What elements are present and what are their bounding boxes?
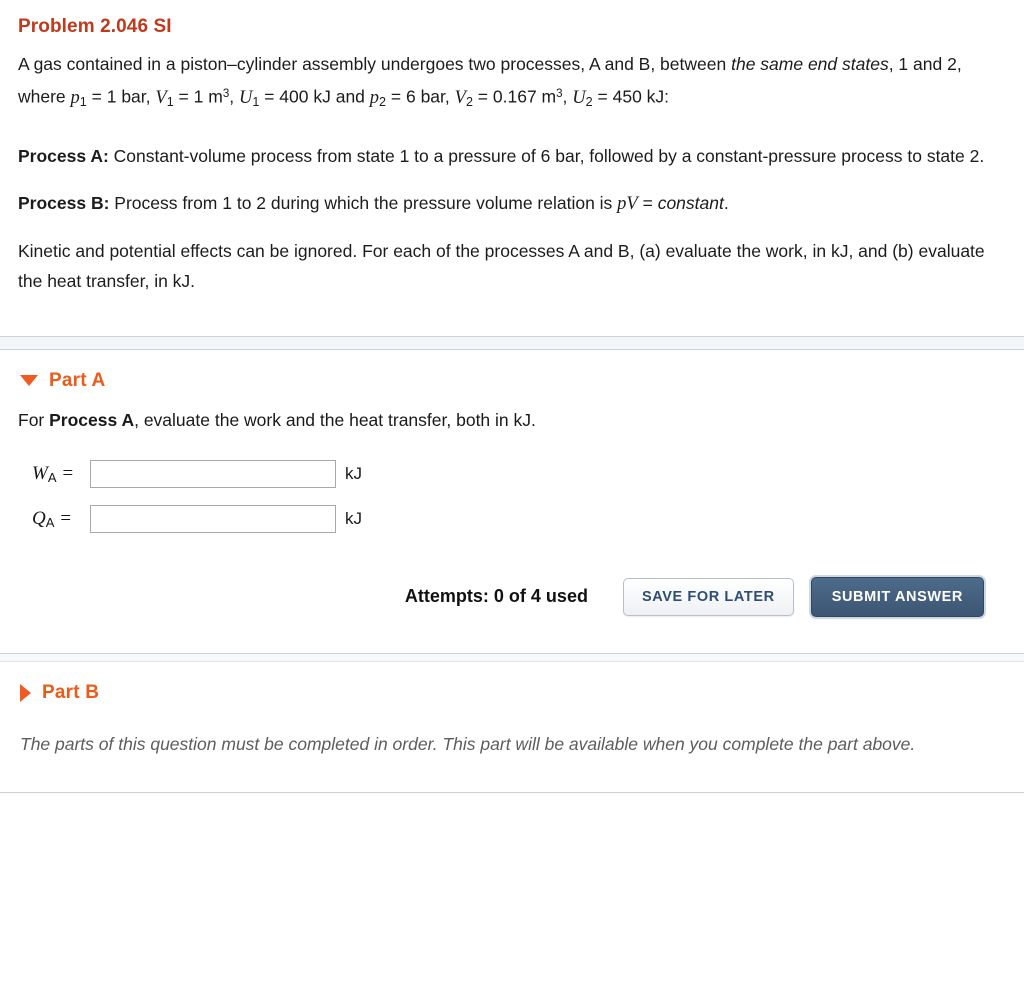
answer-row-work: WA = kJ: [32, 459, 1006, 488]
statement-segment-1: A gas contained in a piston–cylinder ass…: [18, 54, 732, 74]
work-equals: =: [56, 462, 75, 484]
heat-unit-label: kJ: [345, 508, 362, 528]
part-a-answer-fields: WA = kJ QA = kJ: [32, 459, 1006, 533]
value-p2: = 6 bar,: [386, 86, 455, 107]
work-input[interactable]: [90, 459, 336, 488]
part-a-title: Part A: [49, 369, 106, 391]
save-for-later-button[interactable]: SAVE FOR LATER: [622, 577, 794, 616]
process-b-label: Process B:: [18, 192, 110, 213]
heat-equals: =: [54, 507, 72, 529]
variable-U1: U1: [238, 87, 259, 109]
part-a-toggle[interactable]: Part A: [20, 370, 105, 392]
variable-V1-symbol: V: [155, 87, 167, 108]
variable-V2-subscript: 2: [465, 94, 473, 109]
process-b-text: Process from 1 to 2 during which the pre…: [109, 192, 618, 213]
work-field-label: WA =: [32, 463, 90, 485]
variable-p1: p1: [70, 87, 87, 109]
value-V2: = 0.167 m: [472, 86, 557, 107]
submit-answer-button[interactable]: SUBMIT ANSWER: [810, 576, 984, 617]
problem-statement-block: Problem 2.046 SI A gas contained in a pi…: [0, 0, 1024, 326]
triangle-right-icon: [20, 683, 31, 702]
separator-comma-1: ,: [229, 86, 239, 107]
process-a-text: Constant-volume process from state 1 to …: [108, 145, 985, 166]
variable-V1: V1: [155, 87, 174, 109]
part-a-prompt-suffix: , evaluate the work and the heat transfe…: [134, 409, 536, 430]
variable-V2: V2: [454, 87, 473, 109]
bottom-divider: [0, 791, 1024, 793]
problem-closing-text: Kinetic and potential effects can be ign…: [18, 240, 985, 291]
answer-row-heat: QA = kJ: [32, 504, 1006, 533]
heat-symbol: Q: [32, 507, 46, 529]
heat-field-label: QA =: [32, 508, 90, 530]
part-a-prompt: For Process A, evaluate the work and the…: [18, 406, 1006, 434]
process-b-description: Process B: Process from 1 to 2 during wh…: [18, 188, 1003, 219]
page-title: Problem 2.046 SI: [18, 16, 172, 37]
triangle-down-icon: [20, 375, 38, 387]
relation-constant: constant: [657, 192, 724, 213]
attempts-counter: Attempts: 0 of 4 used: [404, 586, 588, 607]
work-unit-label: kJ: [345, 463, 362, 483]
heat-input[interactable]: [90, 504, 336, 533]
part-b-toggle[interactable]: Part B: [20, 682, 99, 704]
process-a-label: Process A:: [18, 145, 109, 166]
part-a-prompt-bold: Process A: [49, 409, 135, 430]
value-p1: = 1 bar,: [86, 86, 156, 107]
value-U1: = 400 kJ and: [259, 86, 370, 107]
variable-U2-subscript: 2: [585, 94, 593, 109]
part-b-section: Part B The parts of this question must b…: [0, 682, 1024, 758]
section-separator-part-b: [0, 652, 1024, 662]
variable-V2-symbol: V: [454, 87, 466, 108]
variable-p2-symbol: p: [369, 87, 380, 108]
section-separator-part-a: [0, 335, 1024, 350]
relation-period: .: [723, 192, 729, 213]
part-a-section: Part A For Process A, evaluate the work …: [0, 370, 1024, 643]
separator-comma-2: ,: [562, 86, 573, 107]
relation-pv: pV: [617, 193, 638, 214]
part-b-title: Part B: [42, 681, 100, 703]
part-a-prompt-prefix: For: [18, 409, 50, 430]
question-page: Problem 2.046 SI A gas contained in a pi…: [0, 0, 1024, 793]
part-a-action-bar: Attempts: 0 of 4 used SAVE FOR LATER SUB…: [18, 576, 984, 643]
variable-U1-symbol: U: [238, 87, 253, 108]
variable-U2: U2: [572, 87, 593, 109]
bottom-spacer: [0, 758, 1024, 792]
variable-p2: p2: [369, 87, 387, 109]
variable-p1-subscript: 1: [79, 94, 87, 109]
statement-italic-same-end-states: the same end states: [731, 54, 889, 74]
part-b-locked-note: The parts of this question must be compl…: [20, 733, 916, 754]
variable-p2-subscript: 2: [379, 94, 387, 109]
work-symbol: W: [32, 462, 48, 484]
process-a-description: Process A: Constant-volume process from …: [18, 141, 1003, 171]
relation-equals: =: [637, 192, 658, 213]
value-U2: = 450 kJ:: [592, 86, 670, 107]
work-subscript: A: [47, 469, 57, 485]
problem-statement-text: A gas contained in a piston–cylinder ass…: [18, 49, 1003, 117]
value-V1: = 1 m: [173, 86, 223, 107]
variable-V1-subscript: 1: [166, 94, 174, 109]
variable-p1-symbol: p: [70, 87, 80, 108]
variable-U2-symbol: U: [572, 87, 586, 108]
